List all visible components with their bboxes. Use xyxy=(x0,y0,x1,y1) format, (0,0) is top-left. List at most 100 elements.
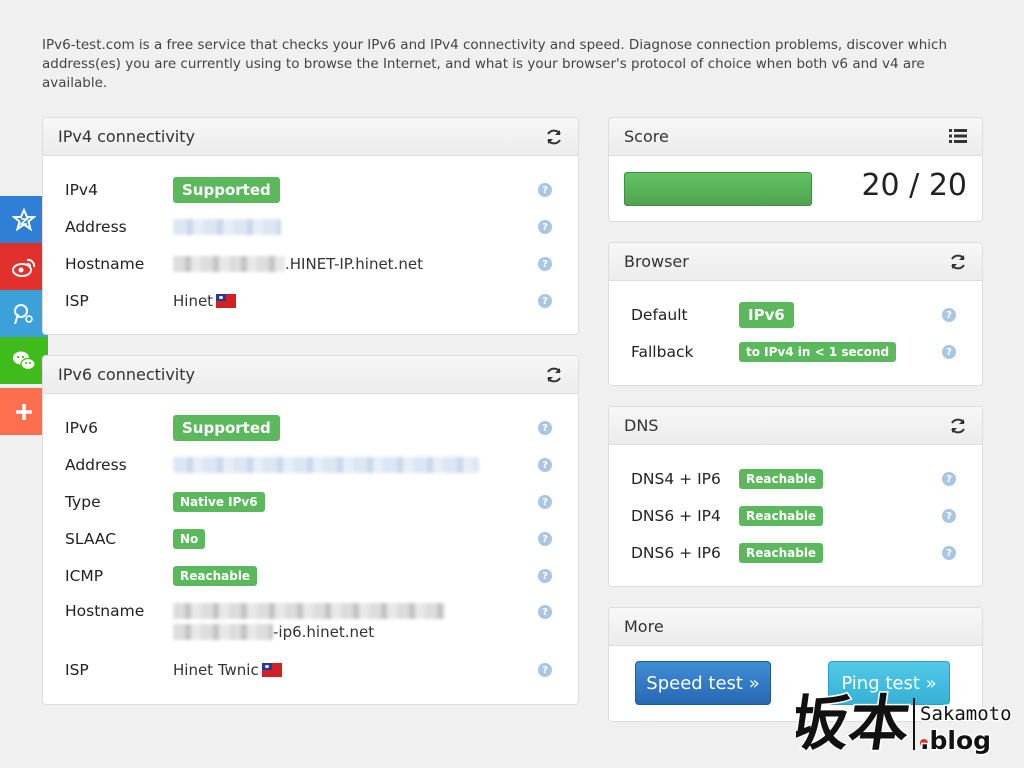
sakamoto-blog-watermark-logo: 坂本 Sakamoto .blog xyxy=(796,687,1013,761)
status-badge: to IPv4 in < 1 second xyxy=(739,342,897,362)
help-icon[interactable]: ? xyxy=(942,546,956,560)
row-label: Hostname xyxy=(65,602,145,620)
status-badge: Reachable xyxy=(173,566,258,586)
help-icon[interactable]: ? xyxy=(942,308,956,322)
row-label: ISP xyxy=(65,292,89,310)
row-label: Type xyxy=(65,493,101,511)
isp-row: ISP Hinet Twnic ? xyxy=(65,656,556,684)
row-label: Hostname xyxy=(65,255,145,273)
row-label: IPv6 xyxy=(65,419,98,437)
blurred-hostname xyxy=(173,624,273,640)
wechat-icon xyxy=(13,351,36,370)
list-icon[interactable] xyxy=(949,128,967,146)
help-icon[interactable]: ? xyxy=(538,663,552,677)
blurred-address xyxy=(173,219,281,235)
dns4-ip6-row: DNS4 + IP6 Reachable ? xyxy=(631,465,960,493)
help-icon[interactable]: ? xyxy=(538,532,552,546)
fallback-row: Fallback to IPv4 in < 1 second ? xyxy=(631,338,960,366)
help-icon[interactable]: ? xyxy=(538,220,552,234)
dns-panel: DNS DNS4 + IP6 Reachable ? DNS6 + IP4 Re… xyxy=(608,406,983,587)
ipv6-panel: IPv6 connectivity IPv6 Supported ? Addre… xyxy=(42,355,579,705)
address-row: Address ? xyxy=(65,213,556,241)
blurred-address xyxy=(173,457,479,473)
panel-title: Score xyxy=(624,127,669,146)
row-label: Fallback xyxy=(631,343,694,361)
share-more-button[interactable] xyxy=(0,388,48,435)
panel-title: More xyxy=(624,617,664,636)
status-badge: Supported xyxy=(173,177,280,203)
refresh-icon[interactable] xyxy=(949,253,967,271)
address-row: Address ? xyxy=(65,451,556,479)
help-icon[interactable]: ? xyxy=(538,294,552,308)
status-badge: Supported xyxy=(173,415,280,441)
row-label: ISP xyxy=(65,661,89,679)
icmp-row: ICMP Reachable ? xyxy=(65,562,556,590)
weibo-icon xyxy=(12,258,36,277)
ipv4-panel-header: IPv4 connectivity xyxy=(43,118,578,156)
help-icon[interactable]: ? xyxy=(538,605,552,619)
row-label: DNS6 + IP4 xyxy=(631,507,721,525)
refresh-icon[interactable] xyxy=(545,366,563,384)
hostname-row: Hostname .HINET-IP.hinet.net ? xyxy=(65,250,556,278)
share-weibo-button[interactable] xyxy=(0,243,48,290)
row-label: ICMP xyxy=(65,567,104,585)
status-badge: Reachable xyxy=(739,506,824,526)
help-icon[interactable]: ? xyxy=(538,569,552,583)
more-panel-header: More xyxy=(609,608,982,646)
ipv6-panel-header: IPv6 connectivity xyxy=(43,356,578,394)
help-icon[interactable]: ? xyxy=(538,257,552,271)
help-icon[interactable]: ? xyxy=(538,421,552,435)
row-label: DNS6 + IP6 xyxy=(631,544,721,562)
row-label: Default xyxy=(631,306,688,324)
help-icon[interactable]: ? xyxy=(942,472,956,486)
help-icon[interactable]: ? xyxy=(942,509,956,523)
isp-row: ISP Hinet ? xyxy=(65,287,556,315)
share-star-button[interactable] xyxy=(0,196,48,243)
status-badge: IPv6 xyxy=(739,302,794,328)
type-row: Type Native IPv6 ? xyxy=(65,488,556,516)
help-icon[interactable]: ? xyxy=(538,183,552,197)
refresh-icon[interactable] xyxy=(545,128,563,146)
browser-panel-header: Browser xyxy=(609,243,982,281)
row-label: SLAAC xyxy=(65,530,117,548)
help-icon[interactable]: ? xyxy=(538,458,552,472)
help-icon[interactable]: ? xyxy=(942,345,956,359)
status-badge: Reachable xyxy=(739,543,824,563)
dns6-ip4-row: DNS6 + IP4 Reachable ? xyxy=(631,502,960,530)
default-row: Default IPv6 ? xyxy=(631,301,960,329)
hostname-value: -ip6.hinet.net xyxy=(273,623,375,641)
slaac-row: SLAAC No ? xyxy=(65,525,556,553)
watermark-cjk: 坂本 xyxy=(796,688,914,759)
panel-title: DNS xyxy=(624,416,659,435)
status-badge: No xyxy=(173,529,206,549)
refresh-icon[interactable] xyxy=(949,417,967,435)
row-label: Address xyxy=(65,456,127,474)
score-panel: Score 20 / 20 xyxy=(608,117,983,222)
blurred-hostname xyxy=(173,256,285,272)
score-value: 20 / 20 xyxy=(861,168,967,203)
isp-value: Hinet Twnic xyxy=(173,661,259,679)
isp-value: Hinet xyxy=(173,292,214,310)
taiwan-flag-icon xyxy=(261,663,282,677)
taiwan-flag-icon xyxy=(216,294,237,308)
hostname-value: .HINET-IP.hinet.net xyxy=(285,255,423,273)
share-tencent-button[interactable] xyxy=(0,290,48,337)
plus-icon xyxy=(16,403,32,420)
row-label: DNS4 + IP6 xyxy=(631,470,721,488)
browser-panel: Browser Default IPv6 ? Fallback to IPv4 … xyxy=(608,242,983,386)
speed-test-button[interactable]: Speed test » xyxy=(635,661,771,705)
help-icon[interactable]: ? xyxy=(538,495,552,509)
row-label: Address xyxy=(65,218,127,236)
score-progress-bar xyxy=(624,172,812,206)
blurred-hostname xyxy=(173,603,445,619)
watermark-suffix: .blog xyxy=(920,726,991,755)
status-badge: Native IPv6 xyxy=(173,492,265,512)
hostname-row: Hostname -ip6.hinet.net ? xyxy=(65,599,556,647)
tencent-weibo-icon xyxy=(14,303,33,324)
intro-text: IPv6-test.com is a free service that che… xyxy=(42,37,948,91)
ipv4-panel: IPv4 connectivity IPv4 Supported ? Addre… xyxy=(42,117,579,335)
row-label: IPv4 xyxy=(65,181,98,199)
panel-title: IPv4 connectivity xyxy=(58,127,195,146)
share-wechat-button[interactable] xyxy=(0,337,48,384)
dns6-ip6-row: DNS6 + IP6 Reachable ? xyxy=(631,539,960,567)
